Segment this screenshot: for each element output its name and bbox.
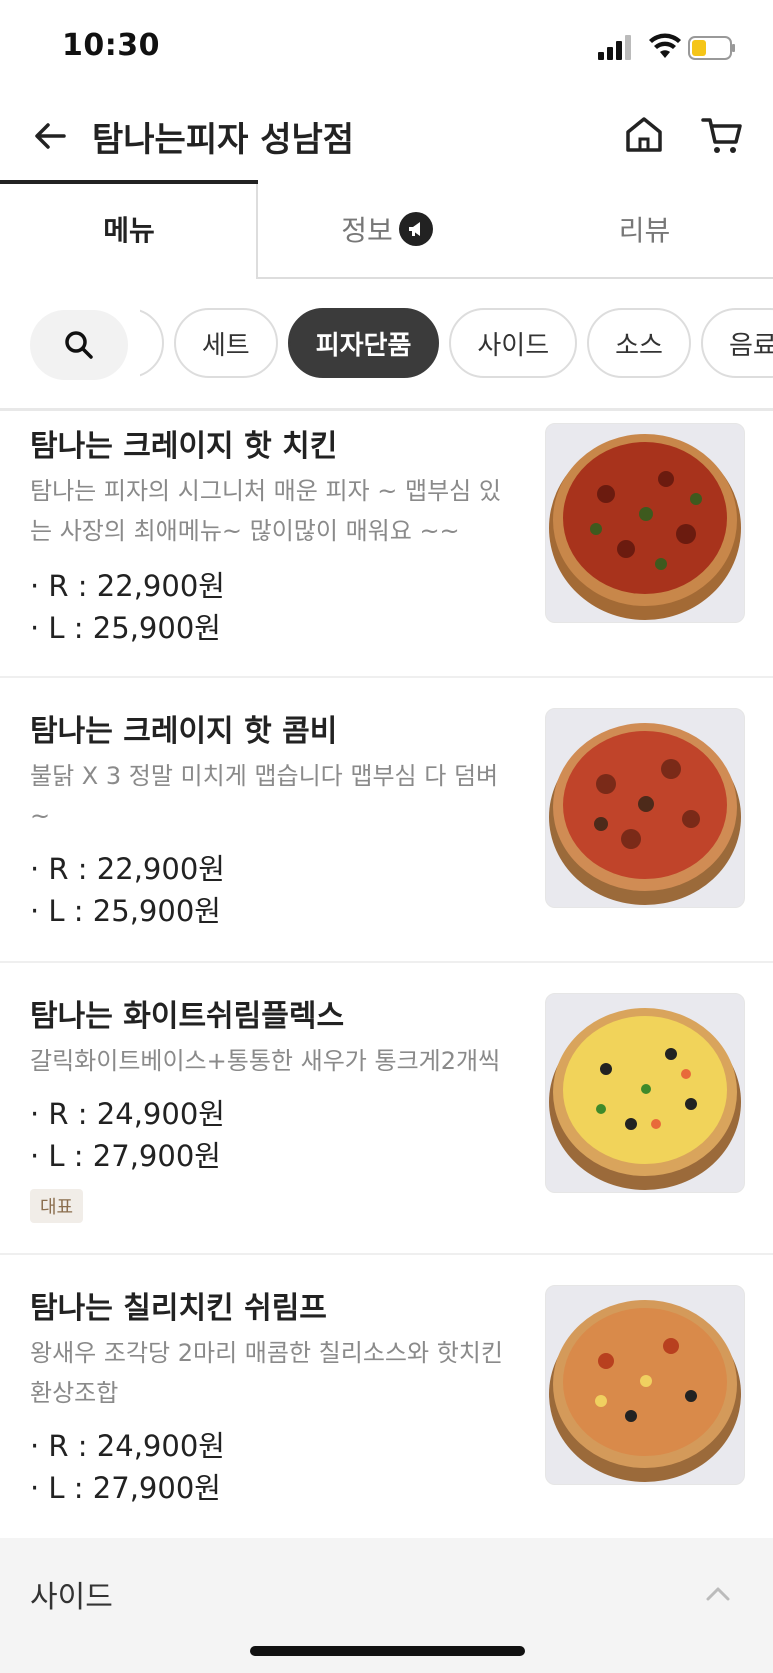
chip-label: 음료 [728,330,773,361]
description-line: ~ [30,802,51,830]
chip-set[interactable]: 세트 [173,308,278,378]
menu-item-description: 탐나는 피자의 시그니처 매운 피자 ~ 맵부심 있 는 사장의 최애메뉴~ 많… [30,471,530,551]
price-regular: · R : 22,900원 [30,569,225,603]
chip-drink[interactable]: 음료 [700,308,773,378]
tab-menu[interactable]: 메뉴 [0,180,258,278]
pizza-image [545,993,745,1193]
menu-item-name: 탐나는 크레이지 핫 치킨 [30,429,338,464]
description-line: 환상조합 [30,1379,119,1407]
tab-info[interactable]: 정보 [258,180,516,278]
chip-label: 세트 [201,330,250,361]
wifi-icon [649,33,681,58]
home-icon[interactable] [622,112,666,156]
chip-sauce[interactable]: 소스 [587,308,691,378]
status-time: 10:30 [62,28,160,63]
price-large: · L : 25,900원 [30,611,221,645]
chevron-up-icon[interactable] [700,1576,736,1612]
chip-label: 사이드 [477,330,550,361]
chip-menu[interactable]: 메뉴 [140,308,164,378]
menu-item-description: 갈릭화이트베이스+통통한 새우가 통크게2개씩 [30,1041,530,1081]
back-arrow-icon[interactable] [30,116,70,156]
menu-item-name: 탐나는 화이트쉬림플렉스 [30,999,345,1034]
price-regular: · R : 24,900원 [30,1429,225,1463]
price-regular: · R : 22,900원 [30,852,225,886]
battery-icon [688,36,735,60]
description-line: 불닭 X 3 정말 미치게 맵습니다 맵부심 다 덤벼 [30,762,499,790]
tab-review[interactable]: 리뷰 [516,180,773,278]
search-button[interactable] [30,310,128,380]
menu-item-description: 왕새우 조각당 2마리 매콤한 칠리소스와 핫치킨 환상조합 [30,1333,530,1413]
chip-label: 피자단품 [315,330,412,361]
price-regular: · R : 24,900원 [30,1097,225,1131]
description-line: 왕새우 조각당 2마리 매콤한 칠리소스와 핫치킨 [30,1339,503,1367]
tab-info-label: 정보 [341,214,393,247]
description-line: 는 사장의 최애메뉴~ 많이많이 매워요 ~~ [30,517,460,545]
cart-icon[interactable] [700,114,744,158]
chip-label: 소스 [615,330,663,361]
tab-menu-label: 메뉴 [103,214,155,247]
chip-side[interactable]: 사이드 [449,308,578,378]
description-line: 탐나는 피자의 시그니처 매운 피자 ~ 맵부심 있 [30,477,501,505]
pizza-image [545,708,745,908]
pizza-image [545,1285,745,1485]
menu-item[interactable]: 탐나는 화이트쉬림플렉스 갈릭화이트베이스+통통한 새우가 통크게2개씩 · R… [0,963,773,1255]
pizza-image [545,423,745,623]
menu-item[interactable]: 탐나는 크레이지 핫 치킨 탐나는 피자의 시그니처 매운 피자 ~ 맵부심 있… [0,411,773,678]
home-indicator [250,1646,525,1656]
section-title: 사이드 [30,1580,113,1615]
price-large: · L : 27,900원 [30,1471,221,1505]
menu-item-name: 탐나는 칠리치킨 쉬림프 [30,1291,327,1326]
category-chip-bar: 메뉴 세트 피자단품 사이드 소스 음료 [140,308,773,384]
page-title: 탐나는피자 성남점 [92,120,355,160]
description-line: 갈릭화이트베이스+통통한 새우가 통크게2개씩 [30,1047,501,1075]
chip-pizza-single[interactable]: 피자단품 [287,308,440,378]
price-large: · L : 25,900원 [30,894,221,928]
price-large: · L : 27,900원 [30,1139,221,1173]
search-icon [65,331,93,359]
menu-item[interactable]: 탐나는 크레이지 핫 콤비 불닭 X 3 정말 미치게 맵습니다 맵부심 다 덤… [0,678,773,963]
featured-badge: 대표 [30,1189,84,1223]
tab-review-label: 리뷰 [618,214,671,247]
megaphone-icon [398,212,433,246]
menu-item-description: 불닭 X 3 정말 미치게 맵습니다 맵부심 다 덤벼 ~ [30,756,530,836]
menu-item-name: 탐나는 크레이지 핫 콤비 [30,714,338,749]
tab-bar: 메뉴 정보 리뷰 [0,180,773,280]
menu-item[interactable]: 탐나는 칠리치킨 쉬림프 왕새우 조각당 2마리 매콤한 칠리소스와 핫치킨 환… [0,1255,773,1538]
signal-icon [598,35,631,60]
